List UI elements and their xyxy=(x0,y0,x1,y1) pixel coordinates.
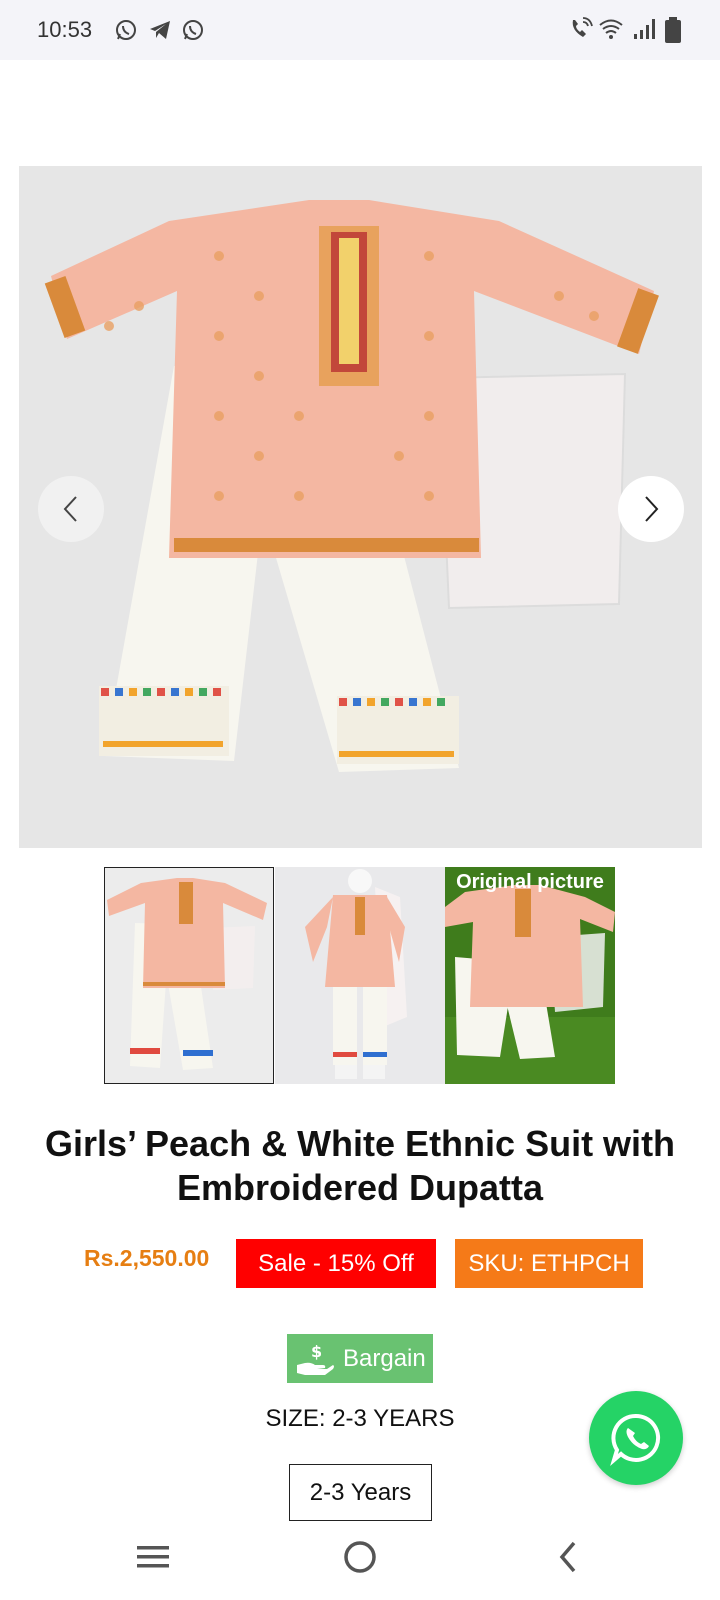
thumbnail-1[interactable] xyxy=(104,867,274,1084)
size-option-2-3-years[interactable]: 2-3 Years xyxy=(289,1464,432,1521)
size-value: 2-3 YEARS xyxy=(332,1405,455,1432)
battery-icon xyxy=(665,17,681,43)
system-nav-bar xyxy=(0,1521,720,1600)
chevron-right-icon xyxy=(645,496,659,522)
bargain-label: Bargain xyxy=(343,1344,426,1372)
whatsapp-icon xyxy=(610,1413,661,1466)
thumbnail-2[interactable] xyxy=(275,867,445,1084)
thumbnail-image xyxy=(445,867,615,1084)
thumbnail-3[interactable]: Original picture xyxy=(445,867,615,1084)
bargain-button[interactable]: $ Bargain xyxy=(287,1334,433,1383)
gallery-next-button[interactable] xyxy=(618,476,684,542)
size-label: SIZE: xyxy=(265,1405,326,1432)
product-title: Girls’ Peach & White Ethnic Suit with Em… xyxy=(44,1123,676,1208)
telegram-icon xyxy=(150,21,170,39)
whatsapp-chat-button[interactable] xyxy=(589,1391,683,1485)
sku-badge: SKU: ETHPCH xyxy=(455,1239,643,1288)
product-price: Rs.2,550.00 xyxy=(84,1245,210,1271)
thumbnail-image xyxy=(105,868,273,1083)
svg-text:$: $ xyxy=(311,1342,322,1361)
whatsapp-icon xyxy=(116,20,136,40)
signal-icon xyxy=(634,19,655,39)
chevron-left-icon xyxy=(63,496,77,522)
home-icon[interactable] xyxy=(342,1539,378,1575)
gallery-prev-button[interactable] xyxy=(38,476,104,542)
menu-icon[interactable] xyxy=(135,1539,171,1575)
thumbnail-caption: Original picture xyxy=(456,871,604,893)
wifi-icon xyxy=(599,19,623,39)
sale-badge: Sale - 15% Off xyxy=(236,1239,436,1288)
product-main-image xyxy=(19,166,702,848)
whatsapp-icon xyxy=(183,20,203,40)
bargain-hand-coin-icon: $ xyxy=(297,1342,334,1375)
status-time: 10:53 xyxy=(37,17,93,42)
back-icon[interactable] xyxy=(554,1539,584,1575)
wifi-calling-icon xyxy=(572,17,593,37)
thumbnail-image xyxy=(275,867,445,1084)
product-image-gallery[interactable] xyxy=(19,166,702,848)
status-bar: 10:53 xyxy=(0,0,720,60)
